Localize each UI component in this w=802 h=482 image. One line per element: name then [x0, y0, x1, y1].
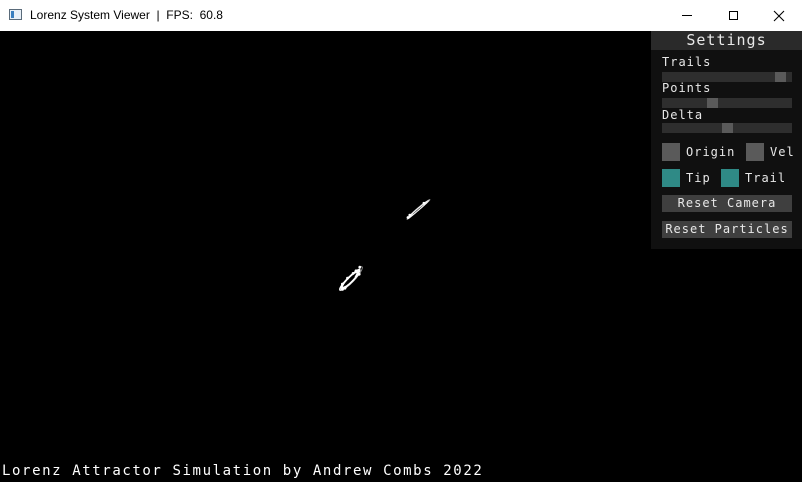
reset-camera-button[interactable]: Reset Camera: [662, 195, 792, 212]
origin-checkbox[interactable]: [662, 143, 680, 161]
close-icon: [773, 10, 785, 21]
credits-caption: Lorenz Attractor Simulation by Andrew Co…: [2, 463, 484, 479]
trail-checkbox[interactable]: [721, 169, 739, 187]
particle-tip: [406, 216, 410, 219]
settings-panel: Settings Trails Points Delta Origin Vel …: [651, 31, 802, 249]
app-window: Lorenz System Viewer | FPS: 60.8 Setting…: [0, 0, 802, 482]
close-button[interactable]: [756, 0, 802, 31]
window-title: Lorenz System Viewer | FPS: 60.8: [30, 8, 223, 22]
minimize-button[interactable]: [664, 0, 710, 31]
particle-tip: [358, 265, 362, 269]
vel-checkbox-label: Vel: [770, 145, 795, 159]
minimize-icon: [682, 15, 692, 16]
trails-slider-handle[interactable]: [775, 72, 786, 82]
particle-trail: [407, 200, 429, 219]
delta-slider-handle[interactable]: [722, 123, 733, 133]
origin-checkbox-label: Origin: [686, 145, 736, 159]
maximize-button[interactable]: [710, 0, 756, 31]
app-window-icon: [9, 9, 22, 20]
particle-trail: [340, 270, 359, 290]
tip-checkbox[interactable]: [662, 169, 680, 187]
trail-checkbox-label: Trail: [745, 171, 787, 185]
delta-slider[interactable]: [662, 123, 792, 133]
tip-checkbox-label: Tip: [686, 171, 711, 185]
title-bar[interactable]: Lorenz System Viewer | FPS: 60.8: [0, 0, 802, 31]
settings-title[interactable]: Settings: [651, 31, 802, 50]
vel-checkbox[interactable]: [746, 143, 764, 161]
delta-slider-label: Delta: [662, 108, 704, 122]
maximize-icon: [728, 11, 738, 20]
points-slider-label: Points: [662, 81, 712, 95]
points-slider[interactable]: [662, 98, 792, 108]
trails-slider-label: Trails: [662, 55, 712, 69]
reset-particles-button[interactable]: Reset Particles: [662, 221, 792, 238]
particle-tip: [341, 282, 344, 286]
points-slider-handle[interactable]: [707, 98, 718, 108]
